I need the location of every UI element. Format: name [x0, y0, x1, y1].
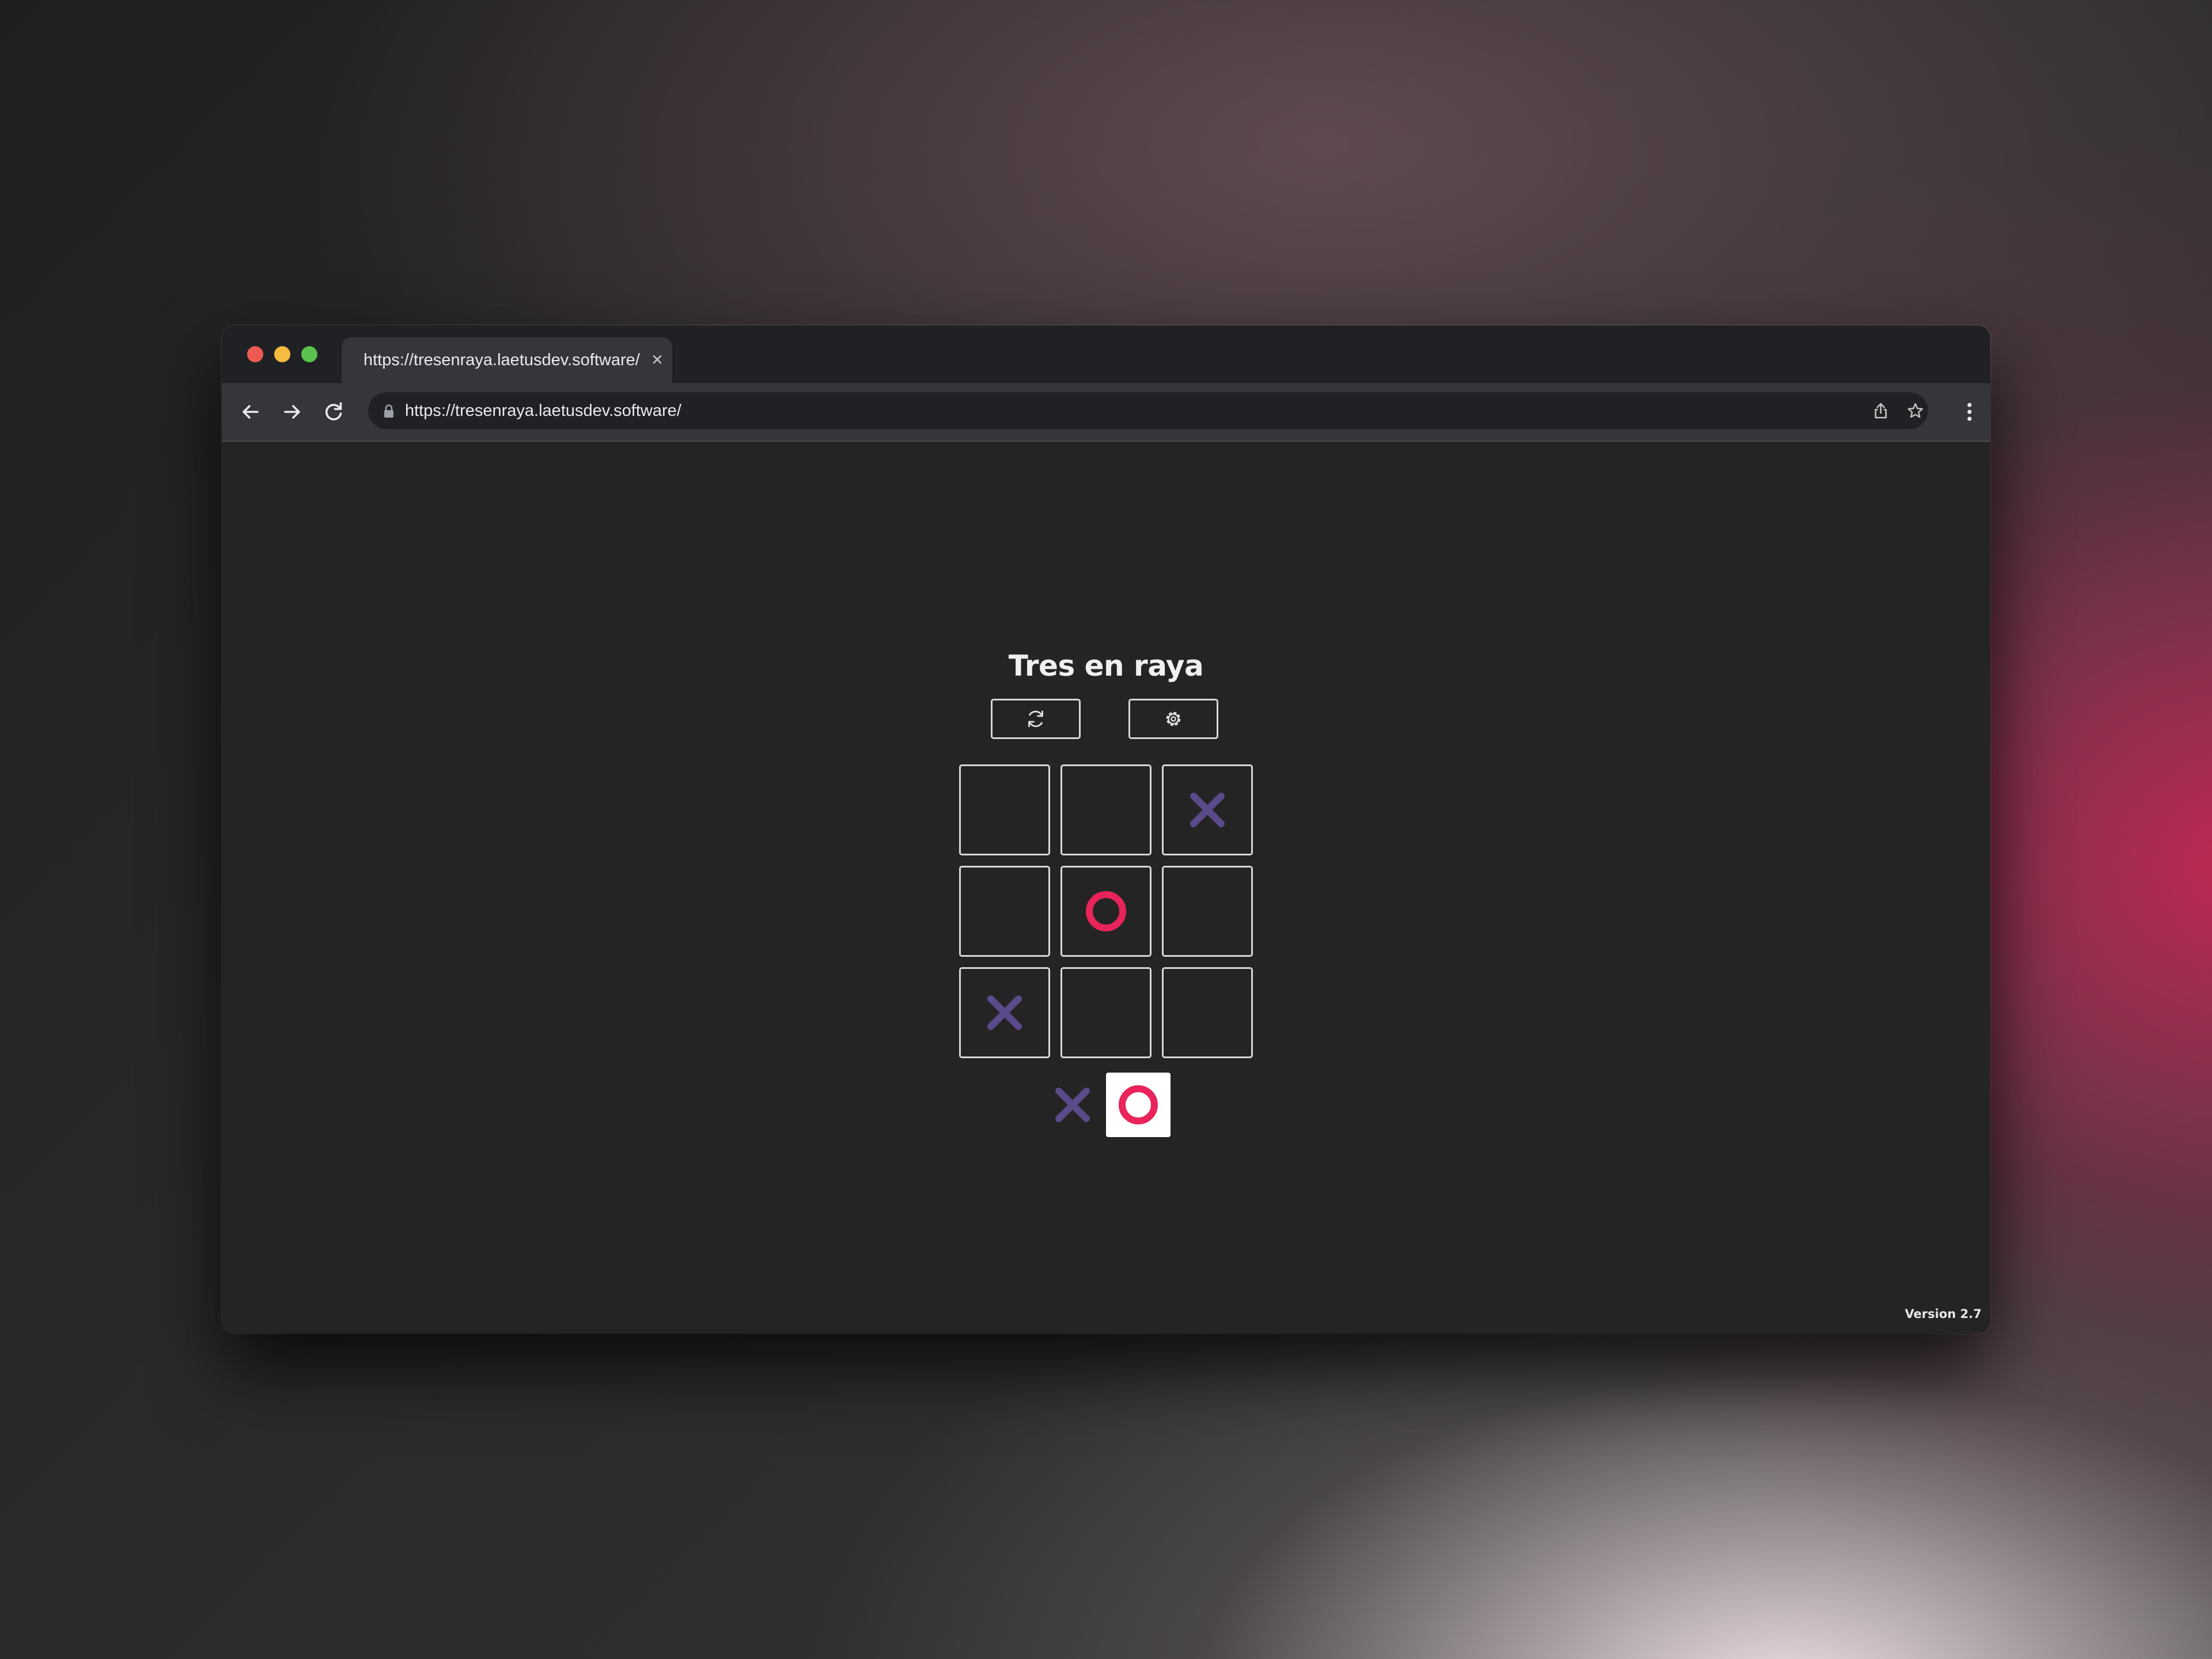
arrow-left-icon[interactable]: [237, 398, 264, 426]
board-cell-3-2[interactable]: [1060, 967, 1152, 1058]
window-close-button[interactable]: [247, 346, 263, 362]
gear-icon: [1166, 711, 1181, 726]
restart-icon: [1028, 710, 1043, 728]
title-bar: https://tresenraya.laetusdev.software/: [222, 325, 1990, 383]
o-mark-icon: [1086, 891, 1126, 931]
board-cell-1-2[interactable]: [1060, 764, 1152, 855]
board-cell-2-1[interactable]: [959, 866, 1050, 957]
board-cell-2-2[interactable]: [1060, 866, 1152, 957]
turn-indicator-o: [1106, 1073, 1171, 1137]
close-icon[interactable]: [648, 350, 666, 369]
browser-tab[interactable]: https://tresenraya.laetusdev.software/: [342, 337, 672, 383]
tab-title: https://tresenraya.laetusdev.software/: [363, 351, 640, 369]
board-cell-2-3[interactable]: [1162, 866, 1253, 957]
board-cell-3-1[interactable]: [959, 967, 1050, 1058]
arrow-right-icon[interactable]: [278, 398, 306, 426]
share-icon[interactable]: [1870, 400, 1891, 421]
board-cell-3-3[interactable]: [1162, 967, 1253, 1058]
browser-toolbar: https://tresenraya.laetusdev.software/: [222, 383, 1990, 442]
turn-indicator-x: [1040, 1073, 1105, 1137]
window-maximize-button[interactable]: [301, 346, 317, 362]
reload-icon[interactable]: [320, 398, 347, 426]
x-mark-icon: [1055, 1088, 1090, 1122]
restart-button[interactable]: [991, 699, 1081, 739]
board-cell-1-3[interactable]: [1162, 764, 1253, 855]
url-text: https://tresenraya.laetusdev.software/: [405, 402, 681, 420]
settings-button[interactable]: [1128, 699, 1218, 739]
kebab-menu-icon[interactable]: [1955, 397, 1984, 427]
o-mark-icon: [1119, 1085, 1158, 1124]
version-label: Version 2.7: [1904, 1307, 1982, 1321]
x-mark-icon: [1190, 793, 1225, 827]
lock-icon: [384, 404, 393, 418]
star-icon[interactable]: [1905, 400, 1926, 421]
page-title: Tres en raya: [1008, 649, 1204, 683]
x-mark-icon: [987, 995, 1022, 1030]
window-minimize-button[interactable]: [274, 346, 290, 362]
board-cell-1-1[interactable]: [959, 764, 1050, 855]
address-bar[interactable]: https://tresenraya.laetusdev.software/: [368, 392, 1928, 429]
